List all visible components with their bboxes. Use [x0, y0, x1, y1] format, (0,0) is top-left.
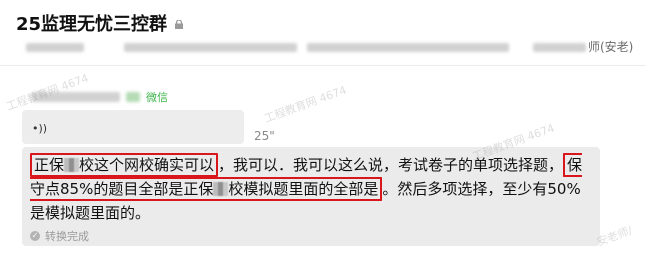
member-name-tail: 师(安老)	[588, 40, 634, 54]
voice-message-bubble[interactable]: •))	[22, 110, 244, 144]
blurred-member-line	[26, 40, 587, 54]
sender-extra-blurred	[126, 92, 140, 102]
censored-mosaic	[64, 158, 80, 172]
voice-duration: 25"	[254, 129, 275, 143]
watermark: 工程教育网 4674	[262, 83, 349, 126]
conversion-status-label: 转换完成	[45, 230, 89, 243]
message-sender[interactable]: 微信	[32, 89, 168, 105]
censored-mosaic	[213, 182, 229, 196]
watermark: 安老师/	[595, 224, 635, 249]
lock-icon	[175, 19, 184, 29]
transcript-text: 正保 校这个网校确实可以 ，我可以．我可以这么说，考试卷子的单项选择题， 保守点85%…	[30, 153, 590, 225]
transcript-segment-1: ，我可以．我可以这么说，考试卷子的单项选择题，	[218, 156, 564, 174]
wechat-tag: 微信	[146, 91, 168, 104]
group-title: 25监理无忧三控群	[16, 14, 168, 35]
voice-wave-icon: •))	[32, 122, 48, 135]
header-divider	[0, 65, 646, 66]
group-title-row: 25监理无忧三控群	[16, 10, 184, 36]
conversion-status: ✓ 转换完成	[30, 228, 590, 244]
sender-name-blurred	[32, 92, 120, 102]
check-circle-icon: ✓	[30, 231, 40, 241]
highlight-box-1: 正保 校这个网校确实可以	[30, 153, 219, 177]
transcript-bubble[interactable]: 正保 校这个网校确实可以 ，我可以．我可以这么说，考试卷子的单项选择题， 保守点85%…	[22, 147, 600, 246]
